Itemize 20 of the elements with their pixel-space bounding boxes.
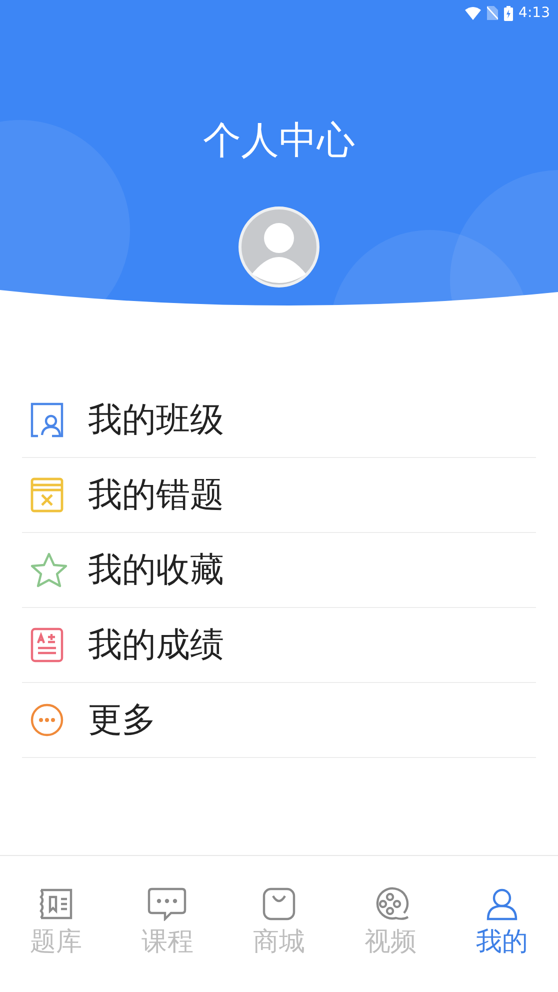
menu-item-label[interactable]: 更多	[84, 698, 156, 742]
status-time: 4:13	[518, 4, 550, 22]
more-icon	[30, 703, 64, 737]
grade-sheet-icon	[30, 627, 64, 663]
menu-item-label[interactable]: 我的收藏	[84, 548, 224, 592]
menu-item-label[interactable]: 我的成绩	[84, 623, 224, 667]
notebook-x-icon	[30, 477, 64, 513]
person-icon	[485, 887, 520, 921]
book-icon	[38, 887, 74, 921]
shopping-bag-icon	[262, 887, 296, 921]
page-title: 个人中心	[203, 117, 355, 164]
no-sim-icon	[486, 6, 498, 20]
menu-item-label[interactable]: 我的班级	[84, 398, 224, 442]
avatar-icon	[238, 206, 320, 288]
class-roster-icon	[30, 402, 64, 438]
star-icon	[30, 552, 68, 588]
chat-bubble-icon	[147, 887, 188, 921]
wifi-icon	[464, 6, 481, 20]
menu-item-label[interactable]: 我的错题	[84, 473, 224, 517]
tab-bar-item[interactable]: 我的	[446, 886, 558, 992]
